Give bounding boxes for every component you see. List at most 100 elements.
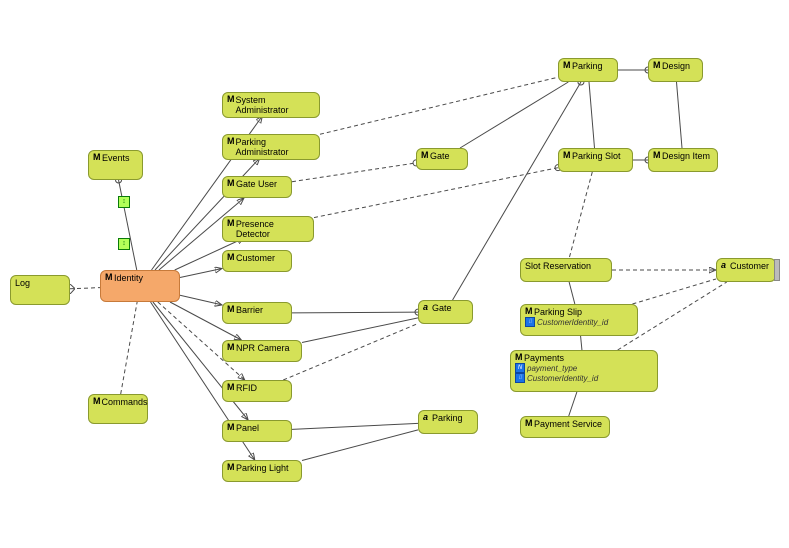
- entity-gate[interactable]: MGate: [416, 148, 468, 170]
- entity-label: Parking Light: [236, 463, 289, 473]
- relation-edge[interactable]: [320, 77, 558, 134]
- entity-label: Parking Administrator: [236, 137, 316, 157]
- entity-parklight[interactable]: MParking Light: [222, 460, 302, 482]
- entity-events[interactable]: MEvents: [88, 150, 143, 180]
- entity-identity[interactable]: MIdentity: [100, 270, 180, 302]
- entity-payments[interactable]: MPaymentsNpayment_type⌷CustomerIdentity_…: [510, 350, 658, 392]
- stereotype-icon: M: [653, 61, 661, 69]
- stereotype-icon: M: [525, 307, 533, 315]
- relation-edge[interactable]: [632, 279, 716, 304]
- relation-edge[interactable]: [569, 172, 592, 258]
- entity-parkadmin[interactable]: MParking Administrator: [222, 134, 320, 160]
- stereotype-icon: M: [515, 353, 523, 361]
- relation-edge[interactable]: [180, 295, 222, 305]
- attribute-row: ⌷CustomerIdentity_id: [525, 317, 633, 327]
- entity-npr[interactable]: MNPR Camera: [222, 340, 302, 362]
- stereotype-icon: M: [227, 383, 235, 391]
- relation-edge[interactable]: [677, 82, 683, 148]
- stereotype-icon: M: [563, 151, 571, 159]
- entity-label: Presence Detector: [236, 219, 309, 239]
- stereotype-icon: a: [423, 303, 431, 311]
- note-icon[interactable]: ↕: [118, 238, 130, 250]
- entity-acustomer[interactable]: aCustomer: [716, 258, 776, 282]
- relation-edge[interactable]: [180, 268, 222, 277]
- stereotype-icon: M: [525, 419, 533, 427]
- stereotype-icon: a: [721, 261, 729, 269]
- entity-payservice[interactable]: MPayment Service: [520, 416, 610, 438]
- relation-edge[interactable]: [292, 423, 418, 429]
- relation-edge[interactable]: [70, 288, 100, 289]
- stereotype-icon: M: [227, 463, 235, 471]
- relation-edge[interactable]: [589, 82, 595, 148]
- entity-label: Barrier: [236, 305, 263, 315]
- entity-label: Customer: [730, 261, 769, 271]
- entity-label: System Administrator: [236, 95, 316, 115]
- entity-log[interactable]: Log: [10, 275, 70, 305]
- entity-label: Identity: [114, 273, 143, 283]
- entity-label: RFID: [236, 383, 257, 393]
- entity-panel[interactable]: MPanel: [222, 420, 292, 442]
- stereotype-icon: M: [227, 179, 235, 187]
- entity-label: Payments: [524, 353, 564, 363]
- relation-edge[interactable]: [581, 336, 582, 350]
- stereotype-icon: M: [227, 219, 235, 227]
- stereotype-icon: M: [227, 423, 235, 431]
- entity-label: Design: [662, 61, 690, 71]
- entity-designitem[interactable]: MDesign Item: [648, 148, 718, 172]
- stereotype-icon: M: [227, 253, 235, 261]
- entity-label: Log: [15, 278, 30, 288]
- entity-commands[interactable]: MCommands: [88, 394, 148, 424]
- entity-label: Gate: [430, 151, 450, 161]
- entity-label: Payment Service: [534, 419, 602, 429]
- entity-label: Parking: [572, 61, 603, 71]
- entity-label: Design Item: [662, 151, 710, 161]
- relation-edge[interactable]: [569, 392, 577, 416]
- entity-label: Gate User: [236, 179, 277, 189]
- entity-label: Parking: [432, 413, 463, 423]
- relation-edge[interactable]: [292, 163, 416, 182]
- entity-parkslip[interactable]: MParking Slip⌷CustomerIdentity_id: [520, 304, 638, 336]
- stereotype-icon: M: [93, 153, 101, 161]
- entity-sysadmin[interactable]: MSystem Administrator: [222, 92, 320, 118]
- relation-edge[interactable]: [283, 324, 418, 380]
- entity-rfid[interactable]: MRFID: [222, 380, 292, 402]
- attribute-row: ⌷CustomerIdentity_id: [515, 373, 653, 383]
- foreignkey-icon: ⌷: [515, 373, 525, 383]
- entity-label: Gate: [432, 303, 452, 313]
- relation-edge[interactable]: [569, 282, 575, 304]
- entity-label: Commands: [102, 397, 148, 407]
- entity-design[interactable]: MDesign: [648, 58, 703, 82]
- foreignkey-icon: ⌷: [525, 317, 535, 327]
- entity-slotres[interactable]: Slot Reservation: [520, 258, 612, 282]
- note-icon[interactable]: ↕: [118, 196, 130, 208]
- entity-parkslot[interactable]: MParking Slot: [558, 148, 633, 172]
- relation-edge[interactable]: [292, 312, 418, 313]
- relation-edge[interactable]: [119, 180, 137, 270]
- relation-edge[interactable]: [302, 318, 418, 343]
- entity-aparking[interactable]: aParking: [418, 410, 478, 434]
- entity-label: Panel: [236, 423, 259, 433]
- entity-customer[interactable]: MCustomer: [222, 250, 292, 272]
- entity-parking[interactable]: MParking: [558, 58, 618, 82]
- entity-agate[interactable]: aGate: [418, 300, 473, 324]
- stereotype-icon: M: [563, 61, 571, 69]
- enum-icon: N: [515, 363, 525, 373]
- entity-presence[interactable]: MPresence Detector: [222, 216, 314, 242]
- relation-edge[interactable]: [121, 302, 137, 394]
- attribute-row: Npayment_type: [515, 363, 653, 373]
- entity-gateuser[interactable]: MGate User: [222, 176, 292, 198]
- resize-handle[interactable]: [774, 259, 780, 281]
- entity-label: Parking Slip: [534, 307, 582, 317]
- entity-barrier[interactable]: MBarrier: [222, 302, 292, 324]
- stereotype-icon: M: [227, 305, 235, 313]
- entity-label: Events: [102, 153, 130, 163]
- entity-label: Parking Slot: [572, 151, 621, 161]
- relation-edge[interactable]: [302, 430, 418, 461]
- stereotype-icon: M: [227, 343, 235, 351]
- stereotype-icon: M: [227, 137, 235, 145]
- stereotype-icon: M: [227, 95, 235, 103]
- relation-edge[interactable]: [314, 168, 558, 218]
- relation-edge[interactable]: [460, 82, 568, 148]
- stereotype-icon: a: [423, 413, 431, 421]
- stereotype-icon: M: [653, 151, 661, 159]
